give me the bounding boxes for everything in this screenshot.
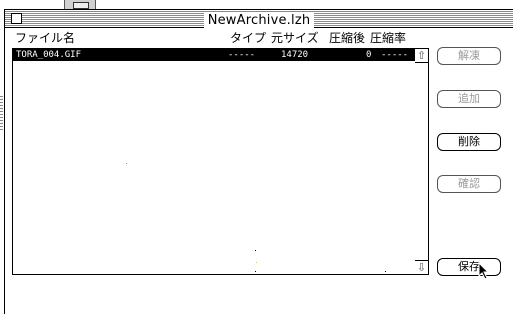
archive-window: NewArchive.lzh ファイル名 タイプ 元サイズ 圧縮後 圧縮率 TO… [4, 9, 513, 314]
screen-artifact [385, 271, 386, 272]
window-title: NewArchive.lzh [5, 11, 513, 28]
screen-artifact [255, 271, 256, 272]
save-button[interactable]: 保存 [437, 258, 501, 276]
column-header-type[interactable]: タイプ [230, 31, 266, 45]
file-type: ----- [228, 50, 256, 60]
scroll-down-arrow-icon[interactable]: ⇩ [415, 260, 428, 274]
delete-button[interactable]: 削除 [437, 133, 501, 151]
confirm-button[interactable]: 確認 [437, 175, 501, 193]
screen-artifact [126, 163, 127, 164]
file-row[interactable]: TORA_004.GIF ----- 14720 0 ----- [13, 49, 416, 61]
column-header-name[interactable]: ファイル名 [15, 31, 75, 45]
mouse-pointer-icon [478, 262, 490, 280]
scroll-up-arrow-icon[interactable]: ⇧ [415, 49, 428, 63]
vertical-scrollbar[interactable]: ⇧ ⇩ [415, 48, 429, 275]
file-list[interactable]: TORA_004.GIF ----- 14720 0 ----- [12, 48, 417, 275]
column-header-ratio[interactable]: 圧縮率 [370, 31, 406, 45]
add-button[interactable]: 追加 [437, 90, 501, 108]
desktop-edge-handle [0, 96, 3, 130]
column-header-compressed-size[interactable]: 圧縮後 [329, 31, 365, 45]
title-bar[interactable]: NewArchive.lzh [5, 10, 513, 28]
file-original-size: 14720 [281, 50, 309, 60]
screen-artifact [256, 262, 257, 263]
file-name: TORA_004.GIF [16, 50, 82, 60]
file-ratio: ----- [381, 50, 409, 60]
column-header-original-size[interactable]: 元サイズ [271, 31, 319, 45]
extract-button[interactable]: 解凍 [437, 47, 501, 65]
screen-artifact [255, 250, 256, 251]
file-compressed-size: 0 [366, 50, 372, 60]
